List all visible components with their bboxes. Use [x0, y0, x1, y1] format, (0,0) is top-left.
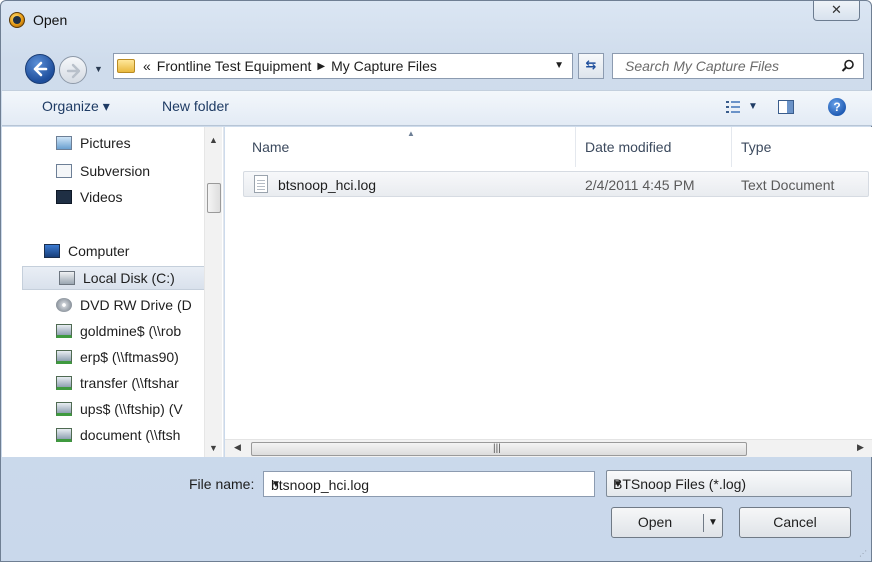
sidebar-item-label: Videos	[80, 189, 123, 205]
network-drive-icon	[56, 402, 72, 416]
scrollbar-grip-icon: |||	[493, 443, 501, 454]
preview-pane-icon[interactable]	[778, 100, 794, 114]
file-name: btsnoop_hci.log	[278, 177, 377, 193]
title-bar: Open ✕	[1, 1, 871, 41]
file-type: Text Document	[741, 177, 835, 193]
scroll-right-icon[interactable]: ▶	[857, 442, 864, 453]
column-header-name[interactable]: Name	[252, 139, 289, 155]
cancel-button[interactable]: Cancel	[739, 507, 851, 538]
app-icon	[9, 12, 25, 28]
new-folder-button[interactable]: New folder	[162, 98, 229, 114]
file-name-field[interactable]: btsnoop_hci.log ▼	[263, 471, 595, 497]
sidebar-item-dvd-drive[interactable]: DVD RW Drive (D	[56, 293, 223, 317]
pictures-icon	[56, 136, 72, 150]
sidebar-item-goldmine[interactable]: goldmine$ (\\rob	[56, 319, 223, 343]
sidebar-item-pictures[interactable]: Pictures	[56, 131, 223, 155]
scroll-up-icon[interactable]: ▲	[209, 135, 218, 145]
sidebar-item-label: goldmine$ (\\rob	[80, 323, 182, 339]
view-dropdown-icon[interactable]: ▼	[748, 101, 758, 112]
command-bar: Organize ▾ New folder ▼ ?	[2, 90, 872, 126]
search-placeholder: Search My Capture Files	[625, 58, 780, 74]
computer-icon	[44, 244, 60, 258]
scrollbar-thumb[interactable]	[207, 183, 221, 213]
sidebar-item-document[interactable]: document (\\ftsh	[56, 423, 204, 447]
network-drive-icon	[56, 376, 72, 390]
sidebar-item-subversion[interactable]: Subversion	[56, 159, 223, 183]
scrollbar-thumb[interactable]: |||	[251, 442, 747, 456]
file-name-label: File name:	[189, 476, 255, 492]
breadcrumb-frontline[interactable]: Frontline Test Equipment	[157, 58, 312, 74]
window-title: Open	[33, 12, 68, 28]
sidebar-item-label: Pictures	[80, 135, 131, 151]
refresh-icon: ⇆	[585, 57, 597, 72]
text-document-icon	[254, 175, 268, 193]
scroll-down-icon[interactable]: ▼	[209, 443, 218, 453]
open-options-dropdown-icon[interactable]: ▼	[708, 508, 718, 537]
dvd-drive-icon	[56, 298, 72, 312]
back-button[interactable]	[25, 54, 55, 84]
column-divider[interactable]	[575, 127, 576, 167]
breadcrumb-overflow[interactable]: «	[143, 58, 151, 74]
breadcrumb-capture-files[interactable]: My Capture Files	[331, 58, 437, 74]
breadcrumb-separator-icon[interactable]: ▶	[317, 61, 325, 72]
refresh-button[interactable]: ⇆	[578, 53, 604, 79]
address-dropdown[interactable]: ▼	[554, 60, 564, 71]
column-header-type[interactable]: Type	[741, 139, 771, 155]
scroll-left-icon[interactable]: ◀	[234, 442, 241, 453]
close-button[interactable]: ✕	[813, 1, 860, 21]
breadcrumb: « Frontline Test Equipment ▶ My Capture …	[143, 58, 437, 74]
resize-grip-icon[interactable]: ⋰	[859, 549, 867, 558]
open-button[interactable]: Open ▼	[611, 507, 723, 538]
sidebar-item-computer[interactable]: Computer	[44, 239, 223, 263]
sidebar-item-label: erp$ (\\ftmas90)	[80, 349, 179, 365]
sidebar-item-ups[interactable]: ups$ (\\ftship) (V	[56, 397, 223, 421]
network-drive-icon	[56, 324, 72, 338]
network-drive-icon	[56, 350, 72, 364]
recent-locations-dropdown[interactable]: ▼	[94, 64, 103, 74]
forward-arrow-icon	[66, 63, 81, 79]
file-type-dropdown-icon: ▼	[613, 479, 623, 490]
open-dialog: Open ✕ ▼ « Frontline Test Equipment ▶ My…	[0, 0, 872, 562]
subversion-icon	[56, 164, 72, 178]
back-arrow-icon	[33, 61, 48, 77]
search-icon[interactable]	[841, 59, 855, 73]
sidebar-item-videos[interactable]: Videos	[56, 185, 223, 209]
file-list: ▲ Name Date modified Type btsnoop_hci.lo…	[225, 127, 872, 439]
open-button-label: Open	[637, 514, 673, 530]
sort-ascending-icon: ▲	[407, 129, 415, 138]
navigation-pane: Pictures Subversion Videos Computer Loca…	[2, 127, 224, 457]
column-divider[interactable]	[731, 127, 732, 167]
sidebar-item-label: Computer	[68, 243, 130, 259]
sidebar-item-label: transfer (\\ftshar	[80, 375, 179, 391]
sidebar-item-label: Local Disk (C:)	[83, 270, 175, 286]
file-name-dropdown-icon[interactable]: ▼	[271, 479, 586, 490]
file-date-modified: 2/4/2011 4:45 PM	[585, 177, 695, 193]
sidebar-scrollbar[interactable]: ▲ ▼	[204, 127, 222, 457]
sidebar-item-label: Subversion	[80, 163, 151, 179]
split-divider	[703, 514, 704, 532]
sidebar-item-label: document (\\ftsh	[80, 427, 181, 443]
address-bar[interactable]: « Frontline Test Equipment ▶ My Capture …	[113, 53, 573, 79]
sidebar-item-erp[interactable]: erp$ (\\ftmas90)	[56, 345, 223, 369]
organize-button[interactable]: Organize ▾	[42, 98, 110, 115]
column-header-date-modified[interactable]: Date modified	[585, 139, 671, 155]
sidebar-item-local-disk[interactable]: Local Disk (C:)	[22, 266, 206, 290]
videos-icon	[56, 190, 72, 204]
folder-icon	[117, 59, 135, 73]
network-drive-icon	[56, 428, 72, 442]
file-type-select[interactable]: BTSnoop Files (*.log) ▼	[606, 470, 852, 497]
sidebar-item-label: ups$ (\\ftship) (V	[80, 401, 183, 417]
file-row[interactable]: btsnoop_hci.log 2/4/2011 4:45 PM Text Do…	[243, 171, 869, 197]
sidebar-item-label: DVD RW Drive (D	[80, 297, 192, 313]
view-options-icon[interactable]	[726, 100, 740, 114]
file-list-scrollbar[interactable]: ◀ ||| ▶	[225, 439, 872, 457]
search-input[interactable]: Search My Capture Files	[612, 53, 864, 79]
sidebar-item-transfer[interactable]: transfer (\\ftshar	[56, 371, 223, 395]
help-icon[interactable]: ?	[828, 98, 846, 116]
local-disk-icon	[59, 271, 75, 285]
forward-button[interactable]	[59, 56, 87, 84]
